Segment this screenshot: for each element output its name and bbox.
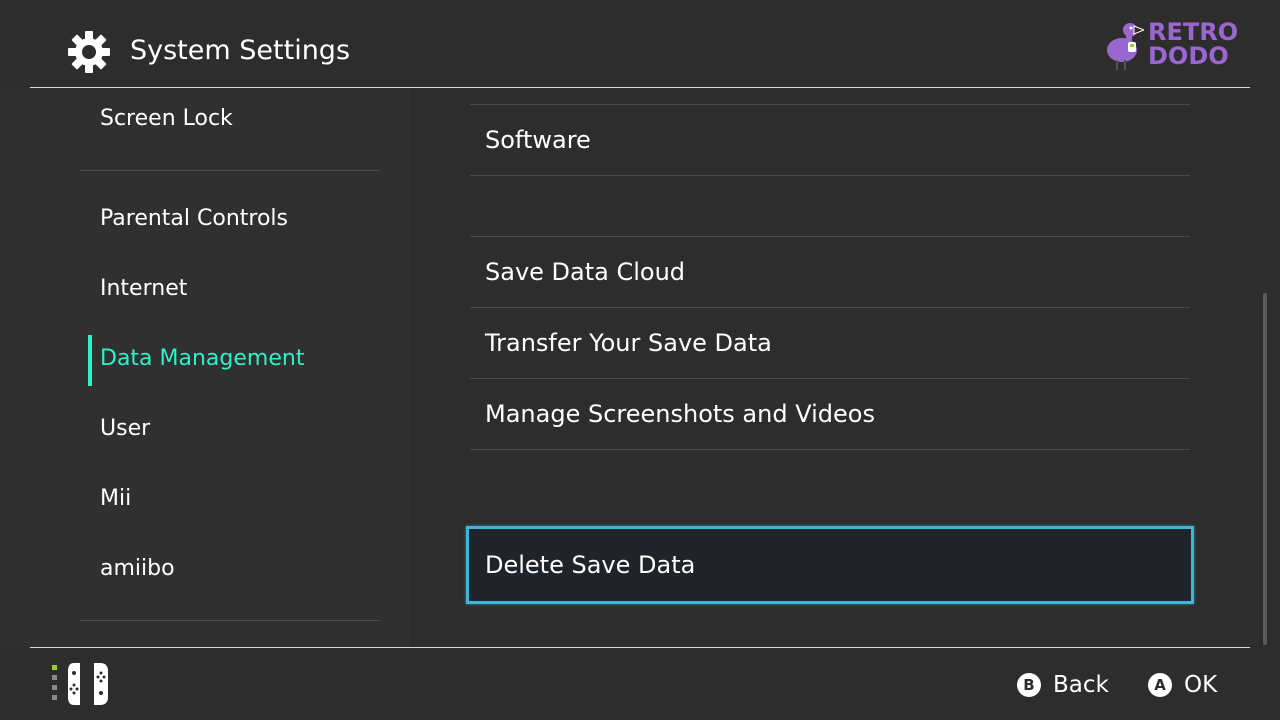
sidebar-item-data-management[interactable]: Data Management	[100, 344, 304, 374]
list-item-manage-screenshots[interactable]: Manage Screenshots and Videos	[485, 398, 875, 430]
list-divider	[470, 307, 1190, 308]
sidebar-item-screen-lock[interactable]: Screen Lock	[100, 104, 233, 134]
list-divider	[470, 449, 1190, 450]
list-divider	[470, 175, 1190, 176]
list-item-transfer-save-data[interactable]: Transfer Your Save Data	[485, 327, 772, 359]
list-divider	[470, 104, 1190, 105]
list-item-label: Delete Save Data	[485, 551, 696, 579]
sidebar-item-amiibo[interactable]: amiibo	[100, 554, 175, 584]
b-button-icon: B	[1017, 673, 1041, 697]
list-item-save-data-cloud[interactable]: Save Data Cloud	[485, 256, 685, 288]
list-item-software[interactable]: Software	[485, 124, 591, 156]
logo-text-line2: DODO	[1148, 42, 1229, 70]
header: System Settings RETRO DODO	[0, 0, 1280, 88]
list-divider	[470, 378, 1190, 379]
list-item-delete-save-data[interactable]: Delete Save Data	[466, 526, 1194, 604]
scrollbar-thumb[interactable]	[1263, 293, 1267, 645]
sidebar-divider	[80, 170, 380, 171]
a-button-icon: A	[1148, 673, 1172, 697]
active-indicator	[88, 335, 92, 386]
back-button[interactable]: B Back	[1017, 670, 1109, 700]
sidebar-item-parental-controls[interactable]: Parental Controls	[100, 204, 288, 234]
ok-button[interactable]: A OK	[1148, 670, 1217, 700]
sidebar-divider	[80, 620, 380, 621]
list-divider	[470, 236, 1190, 237]
back-label: Back	[1053, 672, 1109, 698]
ok-label: OK	[1184, 672, 1218, 698]
sidebar-item-mii[interactable]: Mii	[100, 484, 131, 514]
sidebar-item-internet[interactable]: Internet	[100, 274, 187, 304]
retro-dodo-logo: RETRO DODO	[1100, 16, 1250, 72]
page-title: System Settings	[130, 35, 351, 66]
dodo-bird-icon	[1107, 23, 1144, 70]
gear-icon	[68, 31, 110, 73]
logo-text-line1: RETRO	[1148, 18, 1239, 46]
sidebar-item-user[interactable]: User	[100, 414, 150, 444]
system-settings-screen: System Settings RETRO DODO Screen Lock P…	[0, 0, 1280, 720]
footer-divider	[30, 647, 1250, 648]
joycon-icon	[52, 663, 108, 705]
